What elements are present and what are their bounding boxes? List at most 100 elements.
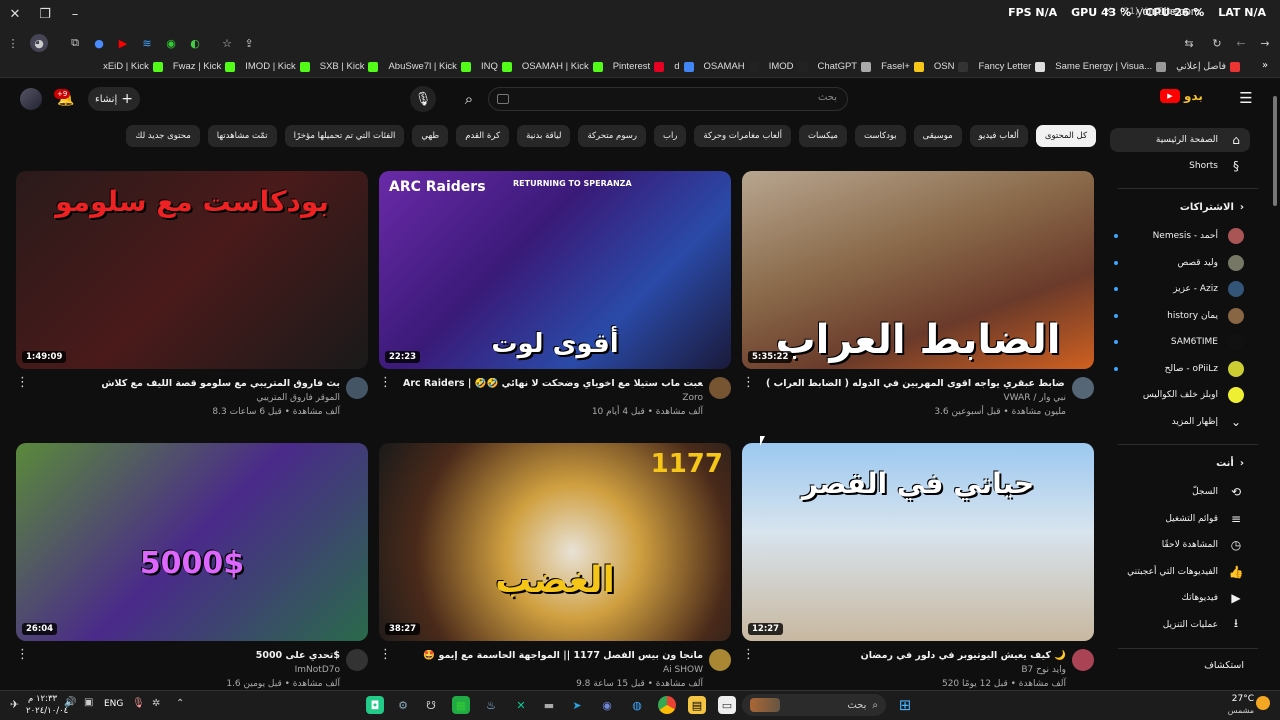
voice-search-button[interactable]: 🎙 — [410, 86, 436, 112]
bookmark-item[interactable]: Pinterest — [613, 61, 665, 72]
taskbar-telegram-icon[interactable]: ➤ — [568, 696, 586, 714]
sidebar-item-subscription[interactable]: SAM6TIME — [1110, 330, 1250, 354]
taskbar-steam-icon[interactable]: ♨ — [482, 696, 500, 714]
video-title[interactable]: قصه ضابط عبقري يواجه اقوى المهربين في ال… — [766, 378, 1066, 389]
more-actions-icon[interactable]: ⋮ — [379, 375, 392, 390]
video-title[interactable]: 🤩 مانجا ون بيس الفصل 1177 || المواجهة ال… — [403, 650, 703, 661]
address-bar-url[interactable]: youtube.com — [1137, 6, 1200, 18]
sidebar-item-you[interactable]: ▶ فيديوهاتك — [1110, 586, 1250, 610]
subscriptions-header[interactable]: الاشتراكات › — [1180, 202, 1244, 213]
taskbar-discord-icon[interactable]: ◉ — [598, 696, 616, 714]
category-chip[interactable]: ألعاب مغامرات وحركة — [694, 125, 791, 147]
bookmark-item[interactable]: OSN — [934, 61, 969, 72]
more-actions-icon[interactable]: ⋮ — [742, 647, 755, 662]
extension-wave-icon[interactable]: ≋ — [138, 34, 156, 52]
category-chip[interactable]: بودكاست — [854, 125, 906, 147]
create-button[interactable]: إنشاء + — [88, 87, 140, 111]
tray-display-icon[interactable]: ▣ — [84, 697, 93, 708]
channel-avatar[interactable] — [1072, 377, 1094, 399]
sidebar-item-shorts[interactable]: § Shorts — [1110, 154, 1250, 178]
category-chip[interactable]: طهي — [412, 125, 449, 147]
video-thumbnail[interactable]: أقوى لوت ARC Raiders RETURNING TO SPERANZA… — [379, 171, 731, 369]
page-scrollbar[interactable] — [1273, 96, 1277, 206]
bookmark-item[interactable]: xEiD | Kick — [103, 61, 163, 72]
video-thumbnail[interactable]: الضابط العراب 5:35:22 — [742, 171, 1094, 369]
taskbar-notes-icon[interactable]: ▭ — [718, 696, 736, 714]
tray-bluetooth-icon[interactable]: ✲ — [152, 698, 160, 709]
sidebar-item-subscription[interactable]: صالح - oPiiLz — [1110, 357, 1250, 381]
language-indicator[interactable]: ENG — [104, 699, 123, 709]
close-window-icon[interactable]: ✕ — [4, 4, 26, 24]
show-more-button[interactable]: ⌄ إظهار المزيد — [1110, 410, 1250, 434]
category-chip[interactable]: محتوى جديد لك — [126, 125, 200, 147]
keyboard-icon[interactable] — [497, 94, 509, 104]
search-button[interactable]: ⌕ — [452, 87, 486, 111]
sidebar-item-you[interactable]: ⟲ السجلّ — [1110, 480, 1250, 504]
more-actions-icon[interactable]: ⋮ — [379, 647, 392, 662]
avatar[interactable] — [20, 88, 42, 110]
category-chip[interactable]: كل المحتوى — [1035, 125, 1096, 147]
taskbar-media-icon[interactable]: ☋ — [422, 696, 440, 714]
bookmark-item[interactable]: AbuSwe7l | Kick — [388, 61, 471, 72]
extension-shield-icon[interactable]: ● — [90, 34, 108, 52]
video-title[interactable]: كيف يعيش اليوتيوبر في دلور في رمضان 🌙 — [766, 650, 1066, 661]
tray-overflow-icon[interactable]: ⌃ — [176, 698, 184, 709]
back-icon[interactable]: → — [1256, 34, 1274, 52]
taskbar-chrome-icon[interactable] — [658, 696, 676, 714]
taskbar-app-icon[interactable]: ▬ — [540, 696, 558, 714]
channel-name[interactable]: Zoro — [403, 393, 703, 403]
youtube-logo[interactable]: ▶ بدو — [1160, 89, 1203, 103]
sidebar-item-home[interactable]: ⌂ الصفحة الرئيسية — [1110, 128, 1250, 152]
channel-name[interactable]: Ai SHOW — [403, 665, 703, 675]
channel-avatar[interactable] — [346, 377, 368, 399]
more-actions-icon[interactable]: ⋮ — [16, 647, 29, 662]
bookmark-item[interactable]: ChatGPT — [818, 61, 872, 72]
channel-name[interactable]: B7 وايد نوح — [766, 665, 1066, 675]
bookmark-item[interactable]: Fwaz | Kick — [173, 61, 236, 72]
channel-name[interactable]: الموقر فاروق المتريبي — [40, 393, 340, 403]
search-input[interactable]: بحث — [488, 87, 848, 111]
channel-avatar[interactable] — [1072, 649, 1094, 671]
video-title[interactable]: تحدي على 5000$ — [40, 650, 340, 661]
channel-avatar[interactable] — [709, 649, 731, 671]
category-chip[interactable]: لياقة بدنية — [517, 125, 571, 147]
extension-green-icon[interactable]: ◉ — [162, 34, 180, 52]
bookmark-item[interactable]: INQ — [481, 61, 512, 72]
tray-mic-icon[interactable]: 🎙 — [132, 698, 145, 709]
category-chip[interactable]: موسيقى — [913, 125, 962, 147]
reload-icon[interactable]: ↻ — [1208, 34, 1226, 52]
you-header[interactable]: أنت › — [1216, 458, 1244, 469]
bookmark-item[interactable]: OSAMAH | Kick — [522, 61, 603, 72]
extension-youtube-icon[interactable]: ▶ — [114, 34, 132, 52]
category-chip[interactable]: الفئات التي تم تحميلها مؤخرًا — [284, 125, 405, 147]
forward-icon[interactable]: ← — [1232, 34, 1250, 52]
video-title[interactable]: Arc Raiders | 🤣🤣 لعبت ماب ستيلا مع اخويا… — [403, 378, 703, 389]
taskbar-explorer-icon[interactable]: ▤ — [688, 696, 706, 714]
bookmark-item[interactable]: d — [674, 61, 694, 72]
restore-window-icon[interactable]: ❐ — [34, 4, 56, 24]
video-thumbnail[interactable]: 5000$ 26:04 — [16, 443, 368, 641]
windows-start-icon[interactable]: ⊞ — [896, 696, 914, 714]
clock-time[interactable]: ١٢:٣٣ م — [28, 694, 57, 704]
bookmark-star-icon[interactable]: ☆ — [218, 34, 236, 52]
extension-chat-icon[interactable]: ◐ — [186, 34, 204, 52]
channel-avatar[interactable] — [709, 377, 731, 399]
sidebar-item-you[interactable]: ≡ قوائم التشغيل — [1110, 507, 1250, 531]
sun-icon[interactable] — [1256, 696, 1270, 710]
sidebar-item-you[interactable]: 👍 الفيديوهات التي أعجبتني — [1110, 560, 1250, 584]
channel-avatar[interactable] — [346, 649, 368, 671]
sidebar-item-subscription[interactable]: Nemesis - أحمد — [1110, 224, 1250, 248]
tray-network-icon[interactable]: ✈ — [10, 698, 19, 711]
bookmarks-overflow-icon[interactable]: » — [1262, 60, 1268, 71]
category-chip[interactable]: ألعاب فيديو — [969, 125, 1028, 147]
bookmark-item[interactable]: Same Energy | Visua... — [1055, 61, 1167, 72]
profile-icon[interactable]: ◕ — [30, 34, 48, 52]
video-thumbnail[interactable]: بودكاست مع سلومو 1:49:09 — [16, 171, 368, 369]
sidebar-item-subscription[interactable]: وليد قصص — [1110, 251, 1250, 275]
guide-menu-icon[interactable]: ☰ — [1236, 88, 1256, 108]
video-title[interactable]: بث فاروق المتريبي مع سلومو قصة الليف مع … — [40, 378, 340, 389]
sidebar-item-you[interactable]: ⭳ عمليات التنزيل — [1110, 613, 1250, 637]
browser-menu-icon[interactable]: ⋮ — [4, 34, 22, 52]
category-chip[interactable]: كرة القدم — [456, 125, 510, 147]
extensions-icon[interactable]: ⧉ — [66, 34, 84, 52]
